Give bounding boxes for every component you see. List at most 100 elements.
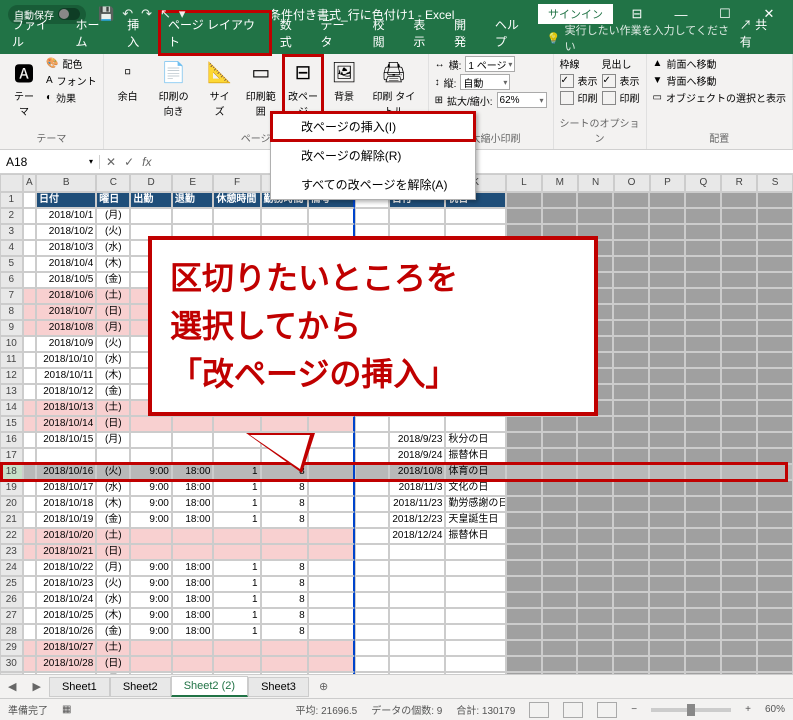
background-button[interactable]: 🖼背景: [326, 56, 362, 105]
tab-view[interactable]: 表示: [405, 12, 444, 54]
width-combo[interactable]: 1 ページ▾: [465, 56, 515, 72]
select-all-corner[interactable]: [0, 174, 23, 192]
row-header-5[interactable]: 5: [0, 256, 23, 272]
tab-file[interactable]: ファイル: [4, 12, 65, 54]
pointer-icon[interactable]: ↖: [160, 6, 171, 22]
row-header-20[interactable]: 20: [0, 496, 23, 512]
col-header-S[interactable]: S: [757, 174, 793, 192]
cancel-icon[interactable]: ✕: [106, 155, 116, 169]
tab-help[interactable]: ヘルプ: [487, 12, 537, 54]
table-row[interactable]: 242018/10/22(月)9:0018:0018: [0, 560, 793, 576]
col-header-Q[interactable]: Q: [685, 174, 721, 192]
tell-me-search[interactable]: 💡実行したい作業を入力してください: [547, 22, 730, 54]
name-box[interactable]: A18▾: [0, 155, 100, 169]
menu-reset-page-breaks[interactable]: すべての改ページを解除(A): [271, 170, 475, 199]
sheet-nav-prev[interactable]: ◀: [0, 680, 24, 693]
row-header-17[interactable]: 17: [0, 448, 23, 464]
col-header-L[interactable]: L: [506, 174, 542, 192]
row-header-19[interactable]: 19: [0, 480, 23, 496]
gridlines-print-checkbox[interactable]: 印刷: [560, 90, 598, 105]
row-header-31[interactable]: 31: [0, 672, 23, 674]
sheet-tab-2-copy[interactable]: Sheet2 (2): [171, 676, 248, 697]
zoom-out-button[interactable]: −: [631, 704, 637, 715]
zoom-slider[interactable]: [651, 708, 731, 712]
row-header-25[interactable]: 25: [0, 576, 23, 592]
table-row[interactable]: 192018/10/17(水)9:0018:00182018/11/3文化の日: [0, 480, 793, 496]
col-header-C[interactable]: C: [96, 174, 130, 192]
row-header-27[interactable]: 27: [0, 608, 23, 624]
row-header-24[interactable]: 24: [0, 560, 23, 576]
col-header-R[interactable]: R: [721, 174, 757, 192]
col-header-O[interactable]: O: [614, 174, 650, 192]
row-header-11[interactable]: 11: [0, 352, 23, 368]
fx-icon[interactable]: fx: [142, 155, 151, 169]
row-header-30[interactable]: 30: [0, 656, 23, 672]
table-row[interactable]: 252018/10/23(火)9:0018:0018: [0, 576, 793, 592]
view-normal-button[interactable]: [529, 702, 549, 718]
height-combo[interactable]: 自動▾: [460, 74, 510, 90]
sheet-tab-1[interactable]: Sheet1: [49, 677, 110, 697]
table-row[interactable]: 162018/10/15(月)2018/9/23秋分の日: [0, 432, 793, 448]
view-page-break-button[interactable]: [597, 702, 617, 718]
bring-forward-button[interactable]: ▲前面へ移動: [653, 56, 786, 71]
table-row[interactable]: 172018/9/24振替休日: [0, 448, 793, 464]
row-header-15[interactable]: 15: [0, 416, 23, 432]
redo-icon[interactable]: ↷: [141, 6, 152, 22]
col-header-D[interactable]: D: [130, 174, 172, 192]
col-header-A[interactable]: A: [23, 174, 36, 192]
table-row[interactable]: 302018/10/28(日): [0, 656, 793, 672]
table-row[interactable]: 292018/10/27(土): [0, 640, 793, 656]
zoom-in-button[interactable]: +: [745, 704, 751, 715]
table-row[interactable]: 232018/10/21(日): [0, 544, 793, 560]
row-header-12[interactable]: 12: [0, 368, 23, 384]
menu-remove-page-break[interactable]: 改ページの解除(R): [271, 141, 475, 170]
save-icon[interactable]: 💾: [98, 6, 114, 22]
status-record-icon[interactable]: ▦: [62, 704, 71, 715]
table-row[interactable]: 152018/10/14(日): [0, 416, 793, 432]
row-header-29[interactable]: 29: [0, 640, 23, 656]
row-header-6[interactable]: 6: [0, 272, 23, 288]
table-row[interactable]: 22018/10/1(月): [0, 208, 793, 224]
row-header-7[interactable]: 7: [0, 288, 23, 304]
themes-button[interactable]: 🅰テーマ: [6, 56, 42, 120]
size-button[interactable]: 📐サイズ: [202, 56, 238, 120]
add-sheet-button[interactable]: ⊕: [309, 680, 338, 693]
minimize-icon[interactable]: —: [661, 7, 701, 22]
selection-pane-button[interactable]: ▭オブジェクトの選択と表示: [653, 90, 786, 105]
tab-data[interactable]: データ: [313, 12, 363, 54]
tab-page-layout[interactable]: ページ レイアウト: [160, 12, 270, 54]
send-backward-button[interactable]: ▼背面へ移動: [653, 73, 786, 88]
row-header-21[interactable]: 21: [0, 512, 23, 528]
menu-insert-page-break[interactable]: 改ページの挿入(I): [271, 112, 475, 141]
tab-developer[interactable]: 開発: [446, 12, 485, 54]
row-header-28[interactable]: 28: [0, 624, 23, 640]
row-header-2[interactable]: 2: [0, 208, 23, 224]
headings-view-checkbox[interactable]: ✓表示: [602, 73, 640, 88]
zoom-level[interactable]: 60%: [765, 704, 785, 715]
table-row[interactable]: 212018/10/19(金)9:0018:00182018/12/23天皇誕生…: [0, 512, 793, 528]
gridlines-view-checkbox[interactable]: ✓表示: [560, 73, 598, 88]
col-header-B[interactable]: B: [36, 174, 96, 192]
row-header-26[interactable]: 26: [0, 592, 23, 608]
colors-button[interactable]: 🎨配色: [46, 56, 97, 71]
effects-button[interactable]: ◐効果: [46, 90, 97, 105]
row-header-14[interactable]: 14: [0, 400, 23, 416]
table-row[interactable]: 282018/10/26(金)9:0018:0018: [0, 624, 793, 640]
headings-print-checkbox[interactable]: 印刷: [602, 90, 640, 105]
col-header-N[interactable]: N: [578, 174, 614, 192]
row-header-3[interactable]: 3: [0, 224, 23, 240]
margins-button[interactable]: ▫余白: [110, 56, 146, 105]
row-header-13[interactable]: 13: [0, 384, 23, 400]
qat-dropdown-icon[interactable]: ▾: [179, 6, 186, 22]
tab-review[interactable]: 校閲: [365, 12, 404, 54]
table-row[interactable]: 222018/10/20(土)2018/12/24振替休日: [0, 528, 793, 544]
sheet-tab-2[interactable]: Sheet2: [110, 677, 171, 697]
row-header-4[interactable]: 4: [0, 240, 23, 256]
table-row[interactable]: 202018/10/18(木)9:0018:00182018/11/23勤労感謝…: [0, 496, 793, 512]
table-row[interactable]: 182018/10/16(火)9:0018:00182018/10/8体育の日: [0, 464, 793, 480]
row-header-22[interactable]: 22: [0, 528, 23, 544]
sheet-tab-3[interactable]: Sheet3: [248, 677, 309, 697]
col-header-P[interactable]: P: [650, 174, 686, 192]
row-header-10[interactable]: 10: [0, 336, 23, 352]
row-header-16[interactable]: 16: [0, 432, 23, 448]
